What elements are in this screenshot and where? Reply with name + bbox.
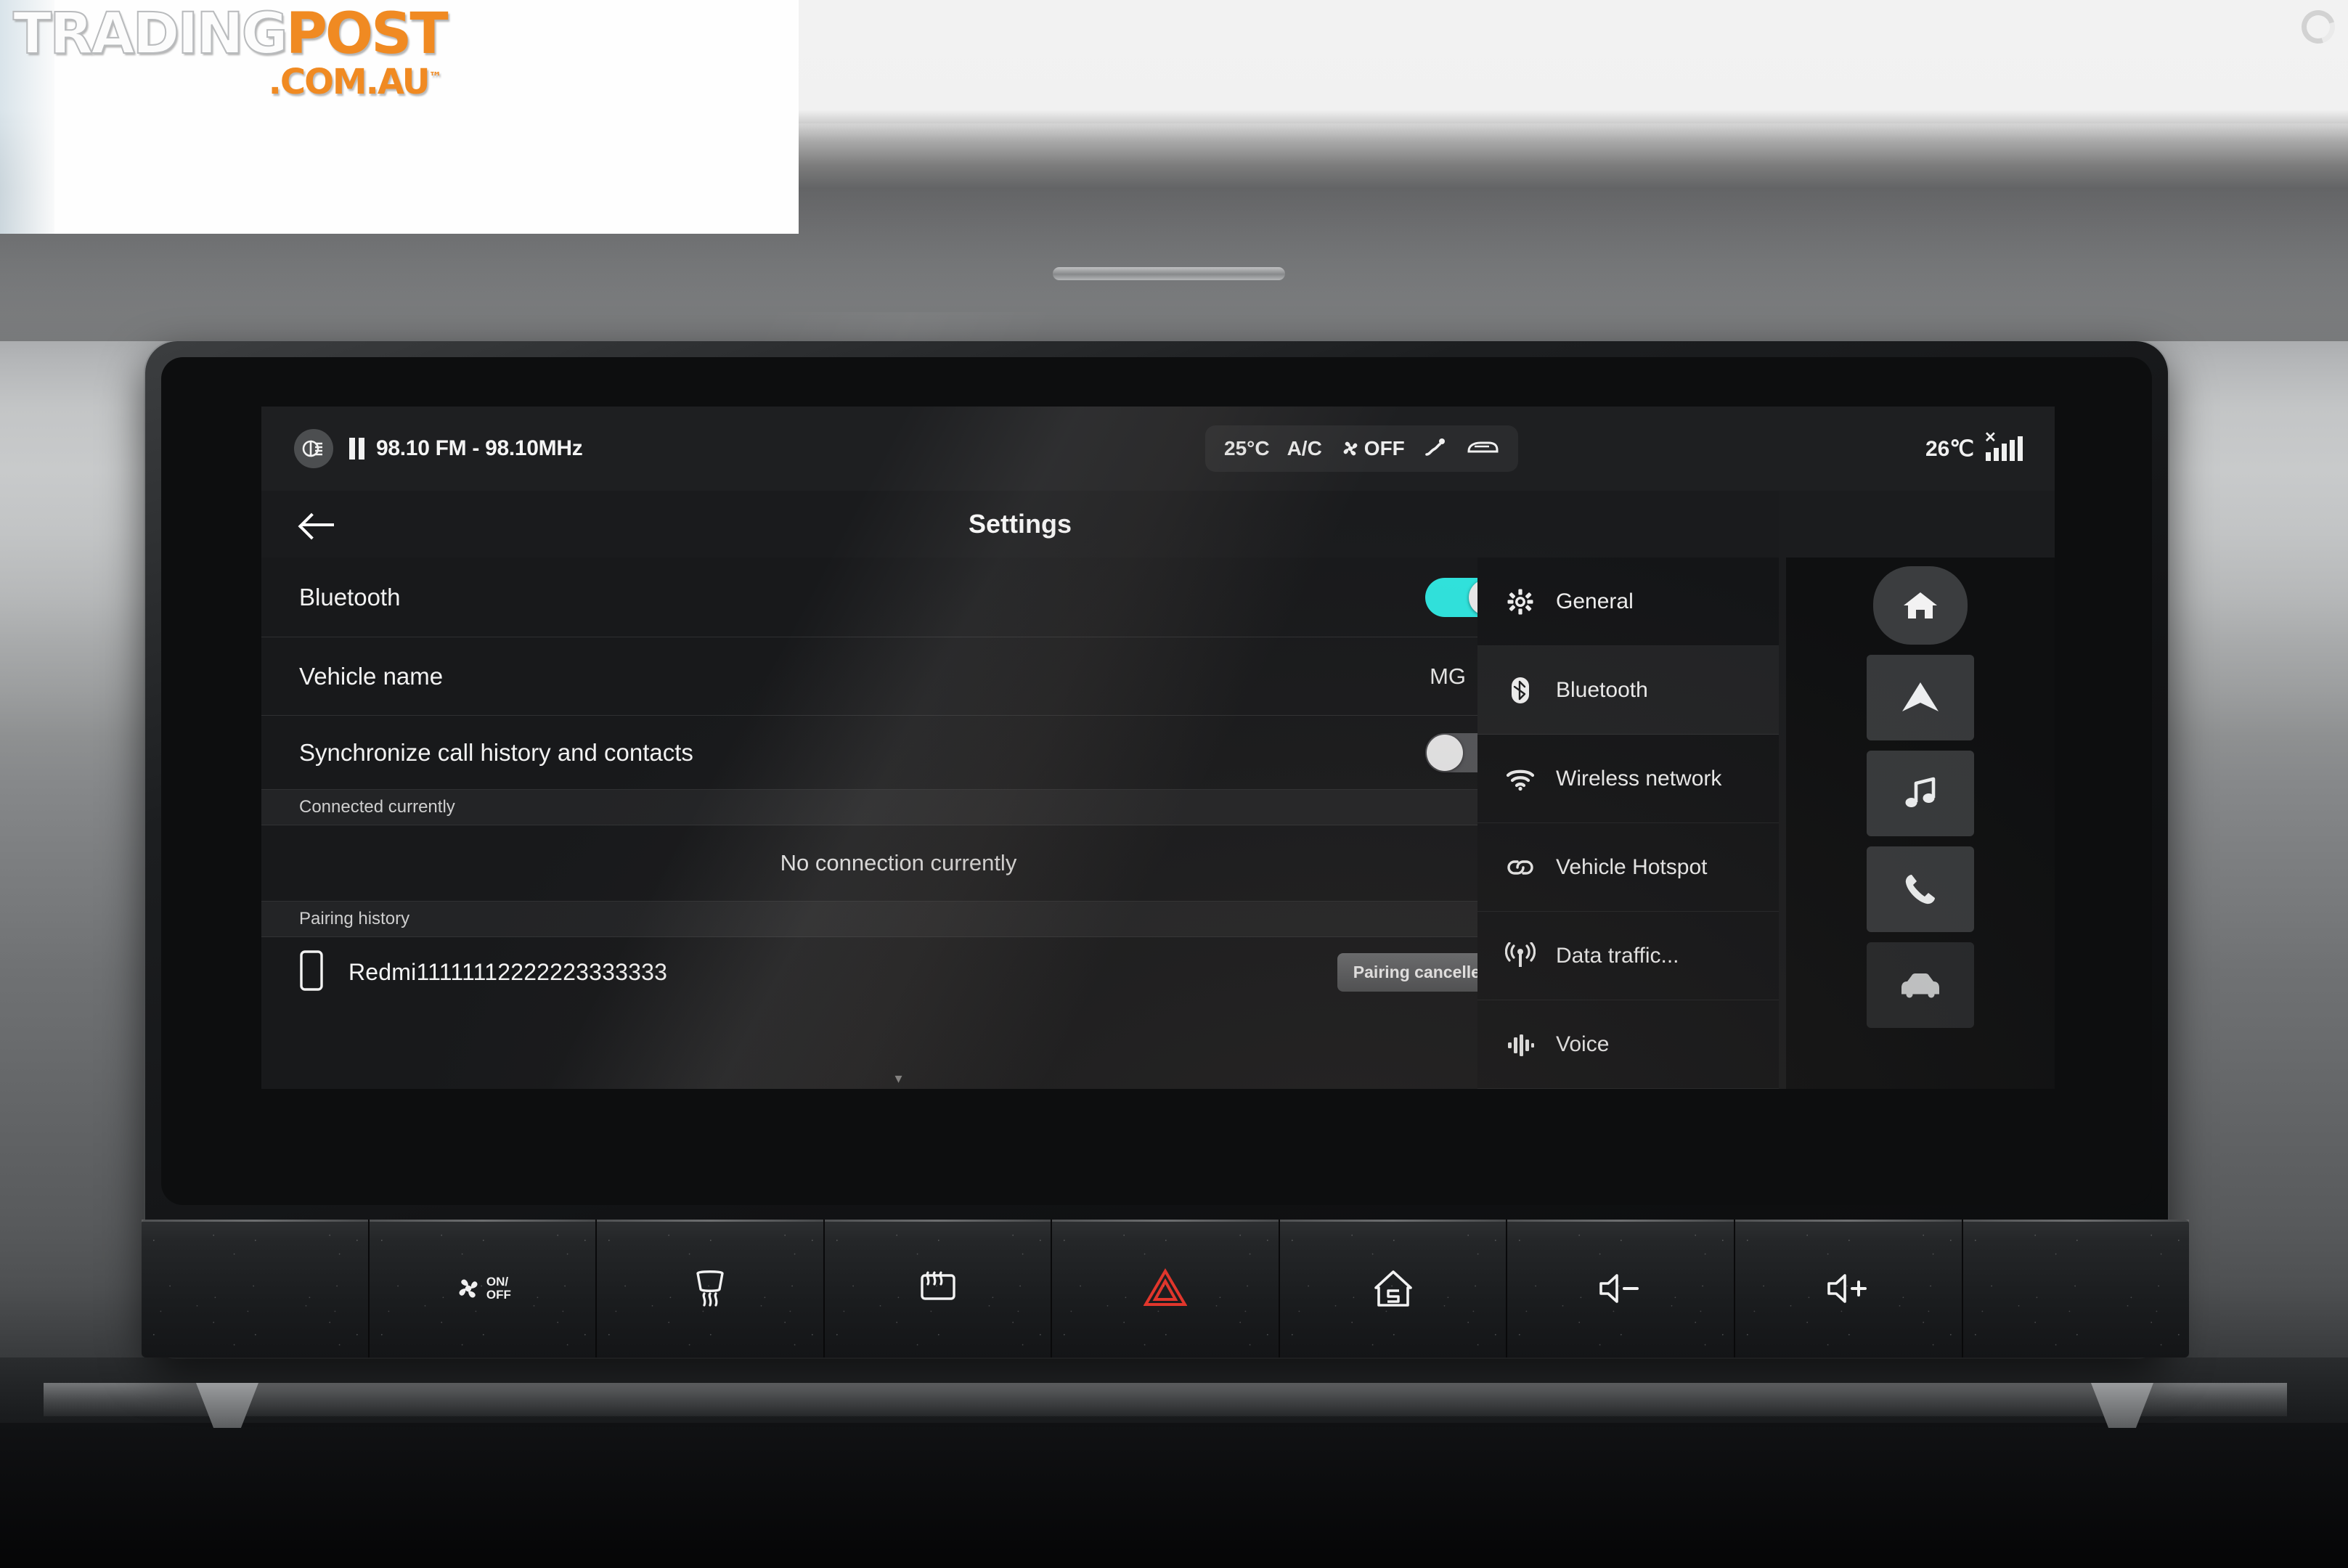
ac-label: A/C bbox=[1287, 437, 1322, 460]
car-icon bbox=[1901, 973, 1939, 998]
status-bar: 98.10 FM - 98.10MHz 25°C A/C OFF 26℃ ✕ bbox=[261, 407, 2055, 491]
paired-device-row[interactable]: Redmi11111112222223333333 Pairing cancel… bbox=[261, 937, 1536, 1007]
fan-icon bbox=[1343, 441, 1358, 456]
bluetooth-settings-panel: Bluetooth Vehicle name MG Synchronize ca… bbox=[261, 558, 1536, 1089]
hard-button-fan-on-off[interactable]: ON/ OFF bbox=[369, 1220, 598, 1357]
texture-overlay bbox=[1507, 1220, 1734, 1357]
phone-icon bbox=[1905, 875, 1935, 905]
texture-overlay bbox=[1279, 1220, 1507, 1357]
signal-no-service-marker: ✕ bbox=[1984, 430, 1997, 446]
rail-vehicle-button[interactable] bbox=[1867, 942, 1974, 1028]
sidebar-label-wireless-network: Wireless network bbox=[1556, 766, 1722, 791]
sidebar-label-vehicle-hotspot: Vehicle Hotspot bbox=[1556, 854, 1708, 879]
texture-overlay bbox=[369, 1220, 596, 1357]
setting-row-vehicle-name[interactable]: Vehicle name MG bbox=[261, 637, 1536, 716]
sidebar-label-voice: Voice bbox=[1556, 1032, 1610, 1056]
hard-button-rear-defrost[interactable] bbox=[824, 1220, 1053, 1357]
rail-home-button[interactable] bbox=[1873, 566, 1968, 645]
setting-label-vehicle-name: Vehicle name bbox=[299, 662, 444, 690]
quick-launch-rail bbox=[1786, 558, 2055, 1089]
voice-waveform-icon bbox=[1504, 1032, 1537, 1057]
sidebar-item-bluetooth[interactable]: Bluetooth bbox=[1477, 646, 1779, 735]
console-shadow bbox=[0, 1423, 2348, 1568]
setting-row-bluetooth[interactable]: Bluetooth bbox=[261, 558, 1536, 637]
settings-title-bar: Settings bbox=[261, 491, 1779, 558]
rail-navigation-button[interactable] bbox=[1867, 655, 1974, 740]
texture-overlay bbox=[1052, 1220, 1279, 1357]
sidebar-item-wireless-network[interactable]: Wireless network bbox=[1477, 735, 1779, 823]
hard-button-volume-down[interactable] bbox=[1507, 1220, 1735, 1357]
media-status-group[interactable]: 98.10 FM - 98.10MHz bbox=[294, 429, 583, 468]
hard-button-hazard-lights[interactable] bbox=[1052, 1220, 1280, 1357]
radio-source-icon bbox=[294, 429, 333, 468]
toggle-knob bbox=[1427, 734, 1463, 771]
music-note-icon bbox=[1905, 777, 1936, 807]
cabin-temperature: 25°C bbox=[1224, 437, 1270, 460]
home-icon bbox=[1904, 592, 1937, 618]
page-title: Settings bbox=[968, 509, 1072, 539]
console-chrome-trim bbox=[44, 1383, 2287, 1416]
sidebar-item-vehicle-hotspot[interactable]: Vehicle Hotspot bbox=[1477, 823, 1779, 912]
no-connection-message: No connection currently bbox=[261, 825, 1536, 902]
phone-device-icon bbox=[299, 950, 324, 995]
hard-button-blank-left bbox=[142, 1220, 370, 1357]
center-air-vent bbox=[1053, 267, 1285, 280]
texture-overlay bbox=[1962, 1220, 2190, 1357]
settings-category-list: General Bluetooth Wireless network Vehic… bbox=[1477, 558, 1779, 1089]
texture-overlay bbox=[597, 1220, 823, 1357]
sidebar-item-data-traffic[interactable]: Data traffic... bbox=[1477, 912, 1779, 1000]
outside-temperature: 26℃ bbox=[1925, 436, 1974, 461]
fan-status-group[interactable]: OFF bbox=[1340, 437, 1405, 460]
setting-label-sync-contacts: Synchronize call history and contacts bbox=[299, 738, 693, 766]
fan-state: OFF bbox=[1363, 437, 1405, 460]
physical-button-bar: ON/ OFF bbox=[142, 1220, 2190, 1357]
right-status-group: 26℃ ✕ bbox=[1925, 407, 2023, 491]
rail-phone-button[interactable] bbox=[1867, 846, 1974, 932]
gear-icon bbox=[1504, 587, 1537, 616]
rail-media-button[interactable] bbox=[1867, 751, 1974, 836]
sidebar-label-general: General bbox=[1556, 589, 1634, 613]
vehicle-name-value: MG bbox=[1430, 663, 1466, 689]
logo-text-trading: TRADING bbox=[12, 1, 289, 67]
paired-device-name: Redmi11111112222223333333 bbox=[348, 958, 668, 985]
texture-overlay bbox=[1734, 1220, 1962, 1357]
hard-button-home[interactable] bbox=[1279, 1220, 1508, 1357]
texture-overlay bbox=[824, 1220, 1051, 1357]
hard-button-blank-right bbox=[1962, 1220, 2190, 1357]
bluetooth-icon bbox=[1504, 676, 1537, 705]
sidebar-item-general[interactable]: General bbox=[1477, 558, 1779, 646]
logo-text-domain: .COM.AU bbox=[268, 62, 431, 102]
sidebar-label-data-traffic: Data traffic... bbox=[1556, 943, 1679, 968]
rear-window-defrost-icon[interactable] bbox=[1466, 437, 1499, 461]
climate-status-group[interactable]: 25°C A/C OFF bbox=[1205, 425, 1518, 472]
wifi-icon bbox=[1504, 767, 1537, 791]
media-title: 98.10 FM - 98.10MHz bbox=[376, 436, 583, 460]
section-header-connected: Connected currently bbox=[261, 790, 1536, 825]
setting-label-bluetooth: Bluetooth bbox=[299, 583, 401, 611]
signal-bars-icon: ✕ bbox=[1984, 430, 2023, 461]
sidebar-item-voice[interactable]: Voice bbox=[1477, 1000, 1779, 1089]
scroll-indicator[interactable]: ▾ bbox=[894, 1069, 902, 1087]
hard-button-volume-up[interactable] bbox=[1734, 1220, 1963, 1357]
airflow-feet-icon[interactable] bbox=[1422, 436, 1448, 462]
setting-row-sync-contacts[interactable]: Synchronize call history and contacts bbox=[261, 716, 1536, 790]
data-broadcast-icon bbox=[1504, 942, 1537, 970]
sidebar-label-bluetooth: Bluetooth bbox=[1556, 677, 1648, 702]
tradingpost-logo: TRADINGPOST .COM.AU™ bbox=[12, 5, 449, 102]
navigation-icon bbox=[1902, 682, 1939, 711]
logo-text-post: POST bbox=[285, 1, 449, 67]
link-icon bbox=[1504, 857, 1537, 878]
pause-icon[interactable] bbox=[349, 438, 364, 460]
infotainment-screen: 98.10 FM - 98.10MHz 25°C A/C OFF 26℃ ✕ S… bbox=[261, 407, 2055, 1089]
hard-button-front-defrost[interactable] bbox=[597, 1220, 825, 1357]
section-header-pairing-history: Pairing history bbox=[261, 902, 1536, 937]
texture-overlay bbox=[142, 1220, 368, 1357]
logo-trademark-symbol: ™ bbox=[428, 70, 442, 85]
